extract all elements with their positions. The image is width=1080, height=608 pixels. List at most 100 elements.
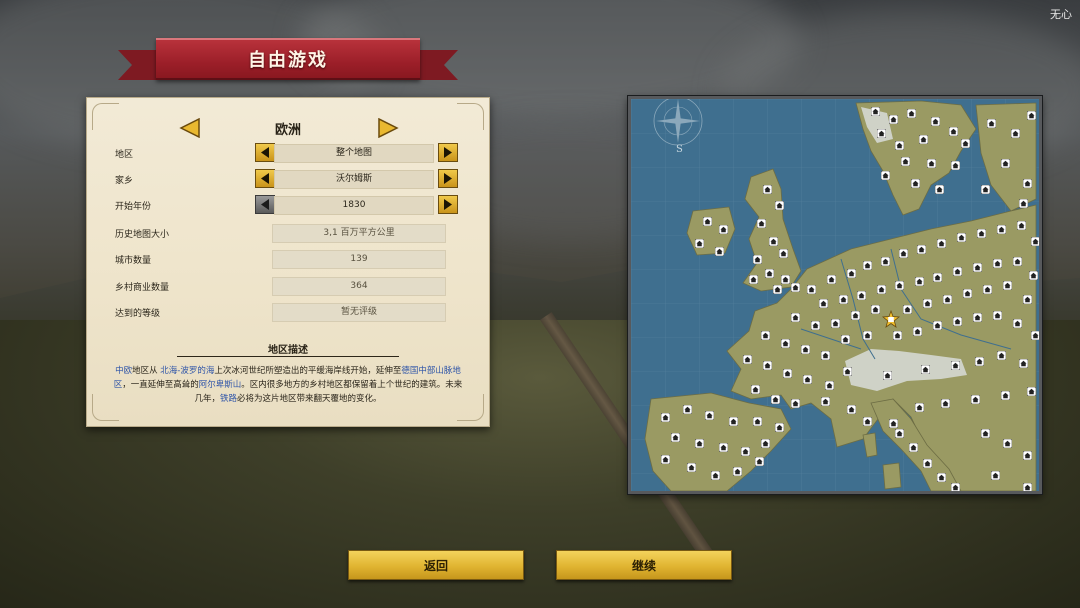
city-marker-icon[interactable] (997, 225, 1006, 234)
city-marker-icon[interactable] (791, 313, 800, 322)
city-marker-icon[interactable] (847, 405, 856, 414)
city-marker-icon[interactable] (1017, 221, 1026, 230)
city-marker-icon[interactable] (921, 365, 930, 374)
city-marker-icon[interactable] (741, 447, 750, 456)
city-marker-icon[interactable] (909, 443, 918, 452)
city-marker-icon[interactable] (1019, 359, 1028, 368)
next-region-button[interactable] (377, 117, 399, 139)
city-marker-icon[interactable] (923, 299, 932, 308)
city-marker-icon[interactable] (705, 411, 714, 420)
city-marker-icon[interactable] (821, 351, 830, 360)
city-marker-icon[interactable] (1011, 129, 1020, 138)
city-marker-icon[interactable] (761, 331, 770, 340)
city-marker-icon[interactable] (847, 269, 856, 278)
city-marker-icon[interactable] (917, 245, 926, 254)
city-marker-icon[interactable] (981, 185, 990, 194)
city-marker-icon[interactable] (903, 305, 912, 314)
city-marker-icon[interactable] (899, 249, 908, 258)
city-marker-icon[interactable] (683, 405, 692, 414)
city-marker-icon[interactable] (791, 399, 800, 408)
city-marker-icon[interactable] (749, 275, 758, 284)
city-marker-icon[interactable] (1003, 281, 1012, 290)
city-marker-icon[interactable] (935, 185, 944, 194)
city-marker-icon[interactable] (889, 115, 898, 124)
city-marker-icon[interactable] (1029, 271, 1038, 280)
city-marker-icon[interactable] (711, 471, 720, 480)
area-prev-button[interactable] (255, 143, 275, 162)
city-marker-icon[interactable] (1031, 331, 1039, 340)
city-marker-icon[interactable] (951, 483, 960, 491)
city-marker-icon[interactable] (895, 141, 904, 150)
city-marker-icon[interactable] (895, 429, 904, 438)
city-marker-icon[interactable] (781, 339, 790, 348)
city-marker-icon[interactable] (807, 285, 816, 294)
city-marker-icon[interactable] (1001, 391, 1010, 400)
city-marker-icon[interactable] (779, 249, 788, 258)
city-marker-icon[interactable] (883, 371, 892, 380)
link-north-baltic-sea[interactable]: 北海-波罗的海 (160, 366, 214, 376)
city-marker-icon[interactable] (1027, 387, 1036, 396)
city-marker-icon[interactable] (915, 403, 924, 412)
city-marker-icon[interactable] (1023, 451, 1032, 460)
city-marker-icon[interactable] (993, 311, 1002, 320)
city-marker-icon[interactable] (763, 185, 772, 194)
city-marker-icon[interactable] (919, 135, 928, 144)
city-marker-icon[interactable] (671, 433, 680, 442)
city-marker-icon[interactable] (863, 261, 872, 270)
city-marker-icon[interactable] (877, 129, 886, 138)
city-marker-icon[interactable] (881, 171, 890, 180)
city-marker-icon[interactable] (803, 375, 812, 384)
city-marker-icon[interactable] (871, 305, 880, 314)
city-marker-icon[interactable] (913, 327, 922, 336)
city-marker-icon[interactable] (941, 399, 950, 408)
hometown-prev-button[interactable] (255, 169, 275, 188)
city-marker-icon[interactable] (719, 443, 728, 452)
city-marker-icon[interactable] (755, 457, 764, 466)
city-marker-icon[interactable] (933, 321, 942, 330)
city-marker-icon[interactable] (923, 459, 932, 468)
city-marker-icon[interactable] (841, 335, 850, 344)
city-marker-icon[interactable] (931, 117, 940, 126)
city-marker-icon[interactable] (911, 179, 920, 188)
city-marker-icon[interactable] (695, 239, 704, 248)
city-marker-icon[interactable] (1003, 439, 1012, 448)
city-marker-icon[interactable] (871, 107, 880, 116)
city-marker-icon[interactable] (757, 219, 766, 228)
city-marker-icon[interactable] (895, 281, 904, 290)
city-marker-icon[interactable] (765, 269, 774, 278)
city-marker-icon[interactable] (661, 455, 670, 464)
city-marker-icon[interactable] (863, 331, 872, 340)
city-marker-icon[interactable] (901, 157, 910, 166)
city-marker-icon[interactable] (951, 161, 960, 170)
city-marker-icon[interactable] (771, 395, 780, 404)
city-marker-icon[interactable] (877, 285, 886, 294)
city-marker-icon[interactable] (1027, 111, 1036, 120)
city-marker-icon[interactable] (1023, 295, 1032, 304)
city-marker-icon[interactable] (963, 289, 972, 298)
city-marker-icon[interactable] (695, 439, 704, 448)
city-marker-icon[interactable] (1023, 179, 1032, 188)
city-marker-icon[interactable] (943, 295, 952, 304)
city-marker-icon[interactable] (753, 255, 762, 264)
city-marker-icon[interactable] (763, 361, 772, 370)
city-marker-icon[interactable] (981, 429, 990, 438)
city-marker-icon[interactable] (927, 159, 936, 168)
city-marker-icon[interactable] (781, 275, 790, 284)
city-marker-icon[interactable] (831, 319, 840, 328)
city-marker-icon[interactable] (975, 357, 984, 366)
back-button[interactable]: 返回 (348, 550, 524, 580)
city-marker-icon[interactable] (839, 295, 848, 304)
city-marker-icon[interactable] (769, 237, 778, 246)
city-marker-icon[interactable] (1013, 319, 1022, 328)
city-marker-icon[interactable] (973, 263, 982, 272)
city-marker-icon[interactable] (881, 257, 890, 266)
city-marker-icon[interactable] (703, 217, 712, 226)
city-marker-icon[interactable] (857, 291, 866, 300)
continue-button[interactable]: 继续 (556, 550, 732, 580)
city-marker-icon[interactable] (937, 239, 946, 248)
city-marker-icon[interactable] (949, 127, 958, 136)
city-marker-icon[interactable] (743, 355, 752, 364)
city-marker-icon[interactable] (775, 201, 784, 210)
start-year-prev-button[interactable] (255, 195, 275, 214)
start-year-next-button[interactable] (438, 195, 458, 214)
